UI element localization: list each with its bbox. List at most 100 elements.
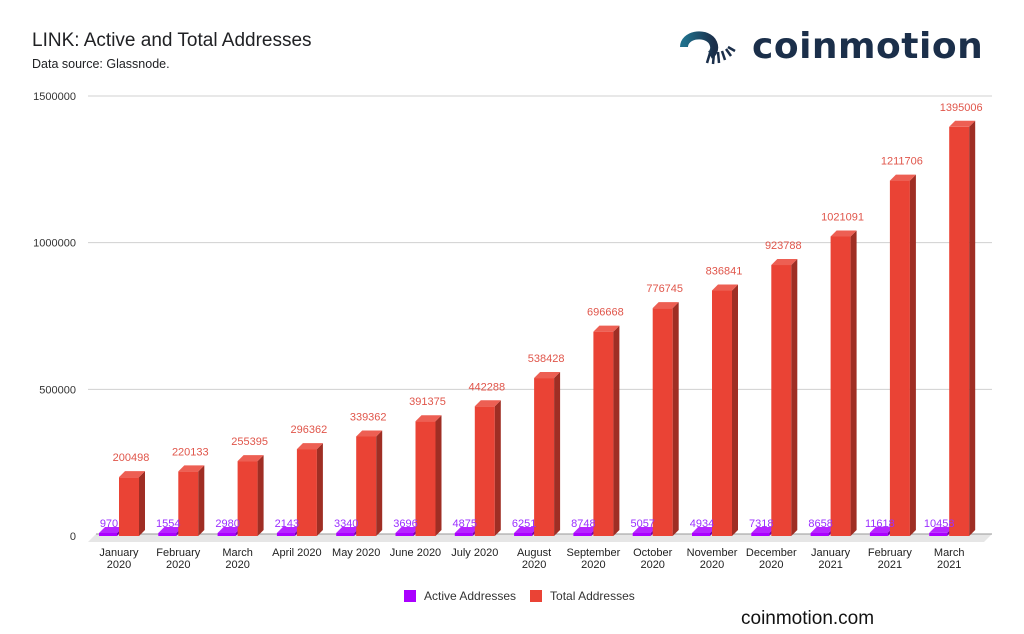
bar-total-front	[712, 290, 732, 536]
bar-total-side	[613, 325, 620, 536]
bar-total	[474, 400, 501, 536]
legend-item-active[interactable]: Active Addresses	[404, 589, 516, 603]
bar-total-front	[771, 265, 792, 536]
data-label-active: 5057	[630, 518, 654, 530]
bar-active-front	[99, 533, 117, 536]
data-label-active: 2143	[275, 518, 299, 530]
bar-total-front	[296, 449, 317, 536]
data-label-active: 970	[100, 518, 118, 530]
bar-total-side	[554, 372, 561, 536]
y-tick-label: 500000	[39, 384, 76, 396]
bar-total	[771, 259, 798, 536]
legend-item-total[interactable]: Total Addresses	[530, 589, 635, 603]
bar-total-side	[494, 400, 501, 536]
bar-active-front	[336, 533, 355, 536]
bar-total	[652, 302, 679, 536]
bar-total-front	[474, 406, 495, 536]
x-tick-label: January 2021	[811, 547, 851, 571]
data-label-active: 6251	[512, 518, 536, 530]
bar-active-front	[217, 533, 236, 536]
x-tick-label: February 2020	[156, 547, 201, 571]
bar-total	[178, 465, 205, 536]
bar-chart: 970 200498 1554 220133 2980 255395 2143 296362 3…	[33, 91, 992, 571]
bar-total-front	[415, 421, 436, 536]
data-label-total: 339362	[350, 411, 387, 423]
data-label-total: 1395006	[940, 102, 983, 114]
bar-total	[712, 284, 738, 536]
data-label-active: 4875	[453, 518, 477, 530]
bar-active-front	[395, 533, 414, 536]
bar-total-side	[909, 174, 916, 537]
bar-total	[830, 230, 857, 536]
bar-total-front	[830, 236, 851, 536]
x-tick-label: January 2020	[99, 547, 139, 571]
data-label-total: 696668	[587, 307, 624, 319]
bar-total-side	[791, 259, 798, 536]
data-label-active: 1554	[156, 518, 180, 530]
bar-total-side	[672, 302, 679, 536]
bar-active-front	[454, 533, 473, 536]
bar-total-front	[356, 436, 377, 536]
bar-active-front	[929, 532, 948, 536]
x-axis-labels: January 2020 February 2020 March 2020 April 20…	[99, 547, 964, 571]
legend-swatch-total	[530, 590, 543, 602]
x-tick-label: March 2021	[934, 547, 965, 571]
bar-active-front	[158, 533, 177, 536]
bar-total	[356, 430, 383, 536]
data-label-total: 296362	[291, 424, 328, 436]
data-label-total: 1021091	[821, 211, 864, 223]
x-tick-label: June 2020	[390, 547, 441, 559]
data-label-total: 442288	[468, 381, 505, 393]
bar-total-front	[119, 477, 139, 536]
y-tick-label: 1000000	[33, 238, 76, 250]
bar-total-side	[376, 430, 383, 536]
x-tick-label: March 2020	[222, 547, 253, 571]
data-label-active: 4934	[690, 518, 714, 530]
bar-active-front	[514, 533, 533, 536]
bar-total	[534, 372, 561, 536]
legend: Active Addresses Total Addresses	[404, 589, 649, 603]
bars	[99, 120, 976, 537]
bar-total-front	[889, 180, 910, 537]
bar-active-front	[573, 533, 592, 536]
bar-active-front	[276, 533, 295, 536]
x-tick-label: August 2020	[517, 547, 551, 571]
bar-total	[889, 174, 916, 537]
data-label-active: 8658	[808, 518, 832, 530]
bar-total-side	[198, 465, 205, 536]
data-label-total: 1211706	[881, 156, 923, 168]
data-label-total: 538428	[528, 353, 565, 365]
bar-total	[415, 415, 442, 536]
bar-active-front	[869, 532, 888, 536]
legend-label-active: Active Addresses	[424, 589, 517, 603]
bar-total	[119, 471, 145, 536]
x-tick-label: September 2020	[566, 547, 620, 571]
bar-active-front	[810, 533, 829, 536]
bar-total-front	[534, 378, 555, 536]
bar-total-side	[732, 284, 738, 536]
bar-total-side	[850, 230, 857, 536]
data-label-total: 923788	[765, 240, 802, 252]
data-label-active: 2980	[215, 518, 239, 530]
data-label-total: 391375	[409, 396, 446, 408]
data-label-total: 836841	[706, 266, 743, 278]
x-tick-label: October 2020	[633, 547, 672, 571]
bar-active-front	[692, 533, 710, 536]
data-label-active: 3696	[393, 518, 417, 530]
data-label-total: 776745	[646, 283, 683, 295]
y-tick-label: 0	[70, 531, 76, 543]
y-tick-label: 1500000	[33, 91, 76, 103]
legend-swatch-active	[404, 590, 416, 602]
bar-total-front	[652, 308, 673, 536]
bar-total-side	[435, 415, 442, 536]
bar-total-side	[969, 120, 976, 536]
x-tick-label: May 2020	[332, 547, 380, 559]
bar-total	[237, 455, 264, 536]
footer-url: coinmotion.com	[741, 608, 875, 629]
data-label-active: 11618	[865, 518, 895, 530]
y-axis-labels: 0 500000 1000000 1500000	[33, 91, 76, 543]
x-tick-label: February 2021	[868, 547, 913, 571]
bar-total-front	[237, 461, 258, 536]
data-label-active: 10458	[924, 518, 955, 530]
bar-total	[949, 120, 976, 536]
